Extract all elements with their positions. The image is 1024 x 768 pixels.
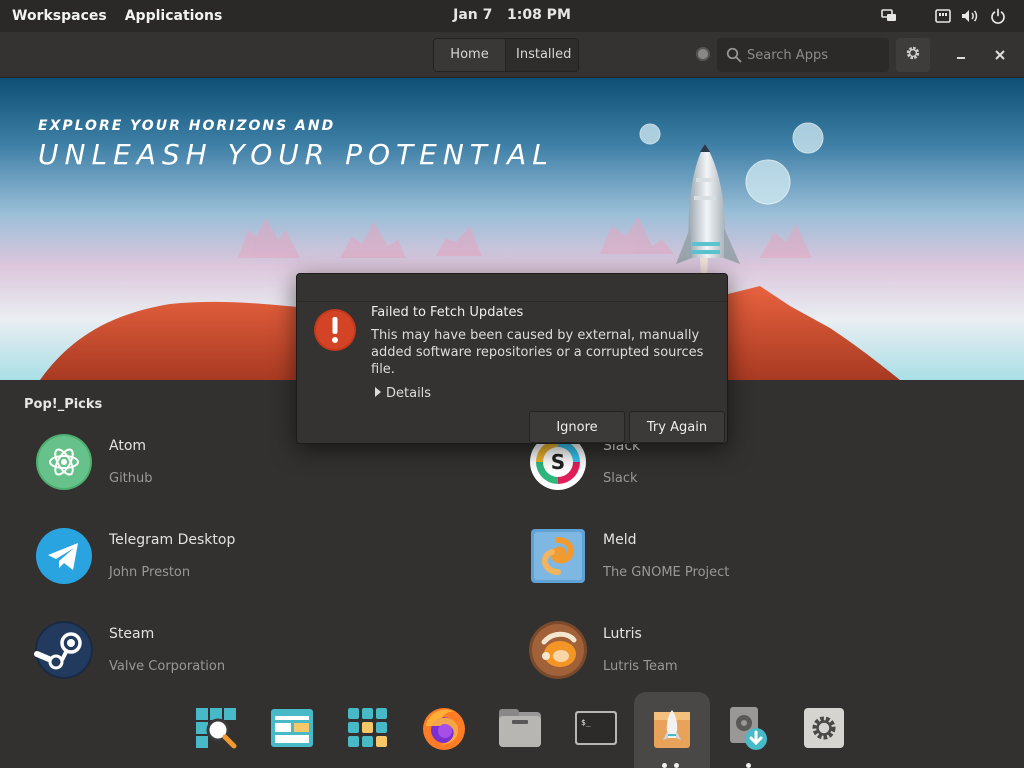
banner-headline: EXPLORE YOUR HORIZONS AND bbox=[38, 118, 336, 134]
display-icon[interactable] bbox=[880, 7, 898, 25]
status-indicator bbox=[696, 47, 710, 61]
telegram-icon bbox=[34, 526, 94, 586]
app-name: Steam bbox=[109, 626, 155, 642]
steam-icon bbox=[34, 620, 94, 680]
terminal-icon: $_ bbox=[574, 710, 618, 750]
dock-item-terminal[interactable]: $_ bbox=[558, 692, 634, 768]
applications-button[interactable]: Applications bbox=[125, 8, 223, 24]
close-icon bbox=[994, 46, 1006, 65]
installer-icon bbox=[726, 705, 770, 755]
app-item-meld[interactable]: Meld The GNOME Project bbox=[528, 526, 948, 606]
volume-icon[interactable] bbox=[961, 7, 979, 25]
section-title: Pop!_Picks bbox=[24, 397, 103, 412]
tab-home[interactable]: Home bbox=[434, 39, 506, 71]
minimize-icon bbox=[955, 46, 967, 65]
running-indicator bbox=[662, 763, 667, 768]
app-developer: Lutris Team bbox=[603, 659, 678, 674]
atom-icon bbox=[34, 432, 94, 492]
search-app-icon bbox=[194, 706, 238, 754]
svg-text:$_: $_ bbox=[581, 718, 591, 727]
app-item-lutris[interactable]: Lutris Lutris Team bbox=[528, 620, 948, 700]
dock-item-firefox[interactable] bbox=[406, 692, 482, 768]
error-icon bbox=[312, 307, 358, 357]
pop-shop-icon bbox=[650, 706, 694, 754]
dialog-message: This may have been caused by external, m… bbox=[371, 328, 704, 377]
app-name: Atom bbox=[109, 438, 147, 454]
minimize-button[interactable] bbox=[950, 44, 972, 66]
files-icon bbox=[498, 708, 542, 752]
app-name: Telegram Desktop bbox=[109, 532, 236, 548]
app-developer: John Preston bbox=[109, 565, 191, 580]
banner-tagline: UNLEASH YOUR POTENTIAL bbox=[38, 138, 554, 171]
power-icon[interactable] bbox=[989, 7, 1007, 25]
dock-item-app-grid[interactable] bbox=[330, 692, 406, 768]
error-dialog: Failed to Fetch Updates This may have be… bbox=[296, 273, 728, 444]
dock: $_ bbox=[178, 692, 846, 768]
clock-button[interactable]: Jan 7 1:08 PM bbox=[453, 7, 571, 23]
time-label: 1:08 PM bbox=[506, 7, 571, 23]
dialog-buttons: Ignore Try Again bbox=[529, 411, 725, 443]
running-indicator bbox=[674, 763, 679, 768]
app-developer: Github bbox=[109, 471, 153, 486]
dock-item-settings[interactable] bbox=[786, 692, 862, 768]
dialog-title: Failed to Fetch Updates bbox=[371, 305, 524, 320]
search-input[interactable] bbox=[747, 38, 885, 72]
network-icon[interactable] bbox=[934, 7, 952, 25]
banner-text: EXPLORE YOUR HORIZONS AND UNLEASH YOUR P… bbox=[38, 118, 554, 171]
app-item-atom[interactable]: Atom Github bbox=[34, 432, 454, 512]
running-indicator bbox=[746, 763, 751, 768]
app-name: Lutris bbox=[603, 626, 642, 642]
app-developer: Valve Corporation bbox=[109, 659, 226, 674]
app-grid-icon bbox=[347, 707, 389, 753]
app-developer: The GNOME Project bbox=[603, 565, 730, 580]
app-name: Meld bbox=[603, 532, 637, 548]
ignore-button[interactable]: Ignore bbox=[529, 411, 625, 443]
workspaces-button[interactable]: Workspaces bbox=[12, 8, 107, 24]
firefox-icon bbox=[420, 704, 468, 756]
top-panel: Workspaces Applications Jan 7 1:08 PM bbox=[0, 0, 1024, 32]
settings-icon bbox=[803, 707, 845, 753]
search-box[interactable] bbox=[717, 38, 889, 72]
dialog-titlebar[interactable] bbox=[297, 274, 727, 302]
dock-item-web-browser[interactable] bbox=[254, 692, 330, 768]
tab-installed[interactable]: Installed bbox=[506, 39, 578, 71]
details-label: Details bbox=[386, 386, 432, 401]
browser-layout-icon bbox=[270, 708, 314, 752]
date-label: Jan 7 bbox=[453, 7, 493, 23]
dock-item-search[interactable] bbox=[178, 692, 254, 768]
dock-item-pop-shop[interactable] bbox=[634, 692, 710, 768]
gear-icon bbox=[905, 45, 921, 65]
expander-arrow-icon bbox=[375, 386, 381, 401]
details-expander[interactable]: Details bbox=[375, 386, 431, 401]
view-switcher: Home Installed bbox=[433, 38, 579, 72]
app-item-slack[interactable]: S Slack Slack bbox=[528, 432, 948, 512]
settings-button[interactable] bbox=[896, 38, 930, 72]
app-item-telegram[interactable]: Telegram Desktop John Preston bbox=[34, 526, 454, 606]
app-item-steam[interactable]: Steam Valve Corporation bbox=[34, 620, 454, 700]
try-again-button[interactable]: Try Again bbox=[629, 411, 725, 443]
close-button[interactable] bbox=[989, 44, 1011, 66]
app-developer: Slack bbox=[603, 471, 638, 486]
meld-icon bbox=[528, 526, 588, 586]
dock-item-files[interactable] bbox=[482, 692, 558, 768]
lutris-icon bbox=[528, 620, 588, 680]
svg-text:S: S bbox=[551, 450, 565, 474]
dock-item-installer[interactable] bbox=[710, 692, 786, 768]
search-icon bbox=[726, 47, 742, 67]
